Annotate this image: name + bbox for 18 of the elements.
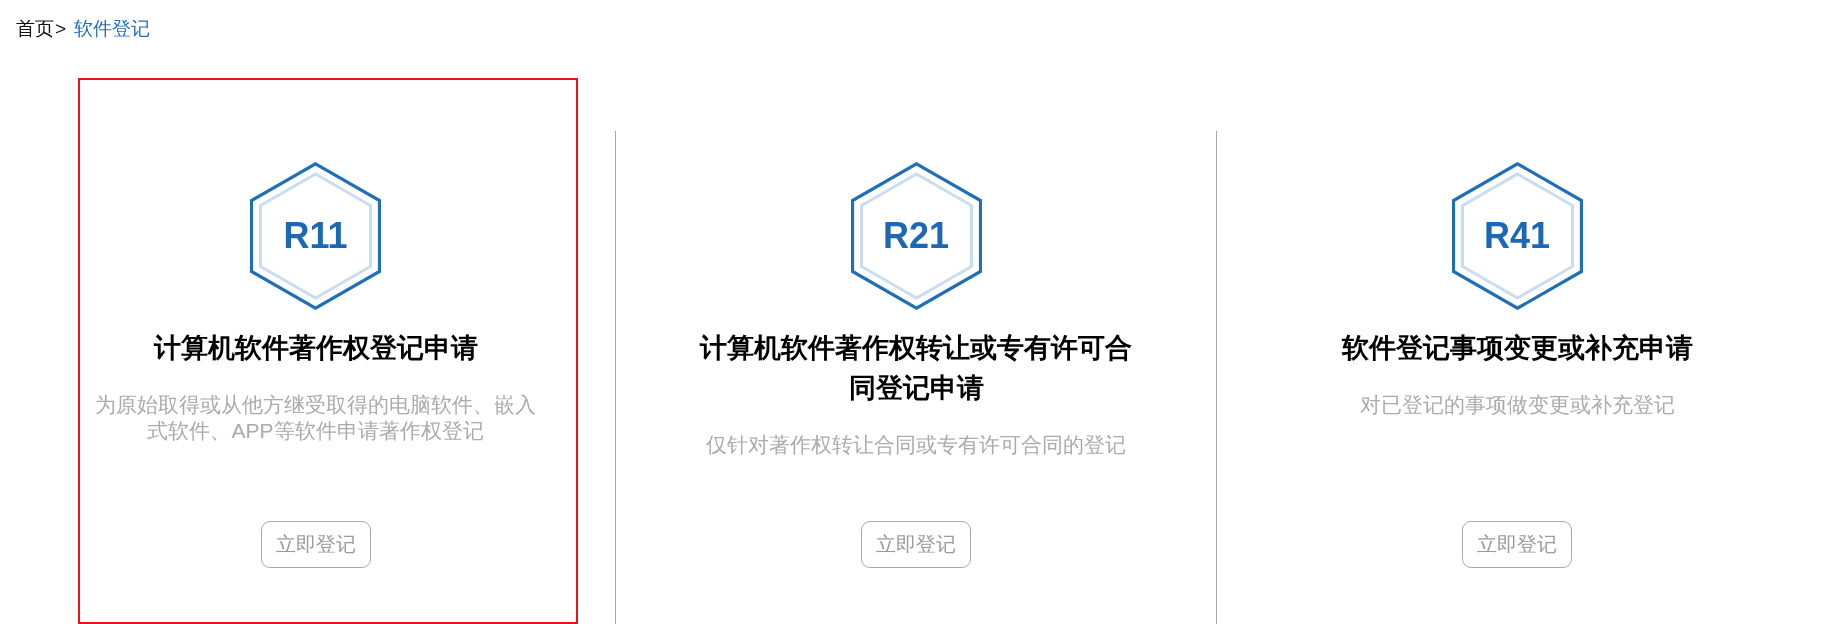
card-description: 仅针对著作权转让合同或专有许可合同的登记 <box>706 432 1126 458</box>
badge-code: R41 <box>1483 216 1550 256</box>
card-title: 计算机软件著作权转让或专有许可合同登记申请 <box>698 332 1133 405</box>
breadcrumb-link[interactable]: 首页 <box>16 17 54 41</box>
card-description: 为原始取得或从他方继受取得的电脑软件、嵌入式软件、APP等软件申请著作权登记 <box>94 392 537 444</box>
hexagon-icon <box>1451 162 1583 310</box>
badge-code: R21 <box>882 216 949 256</box>
badge-code: R11 <box>283 216 348 256</box>
card-title: 计算机软件著作权登记申请 <box>152 332 479 365</box>
breadcrumb-link[interactable]: 软件登记 <box>74 17 151 41</box>
breadcrumb-separator: > <box>55 17 67 41</box>
register-button[interactable]: 立即登记 <box>861 521 971 568</box>
hexagon-icon <box>850 162 982 310</box>
register-button[interactable]: 立即登记 <box>260 521 371 568</box>
card-description: 对已登记的事项做变更或补充登记 <box>1359 392 1675 418</box>
hexagon-icon <box>250 162 381 310</box>
register-button[interactable]: 立即登记 <box>1462 521 1572 568</box>
card-title: 软件登记事项变更或补充申请 <box>1340 332 1694 365</box>
